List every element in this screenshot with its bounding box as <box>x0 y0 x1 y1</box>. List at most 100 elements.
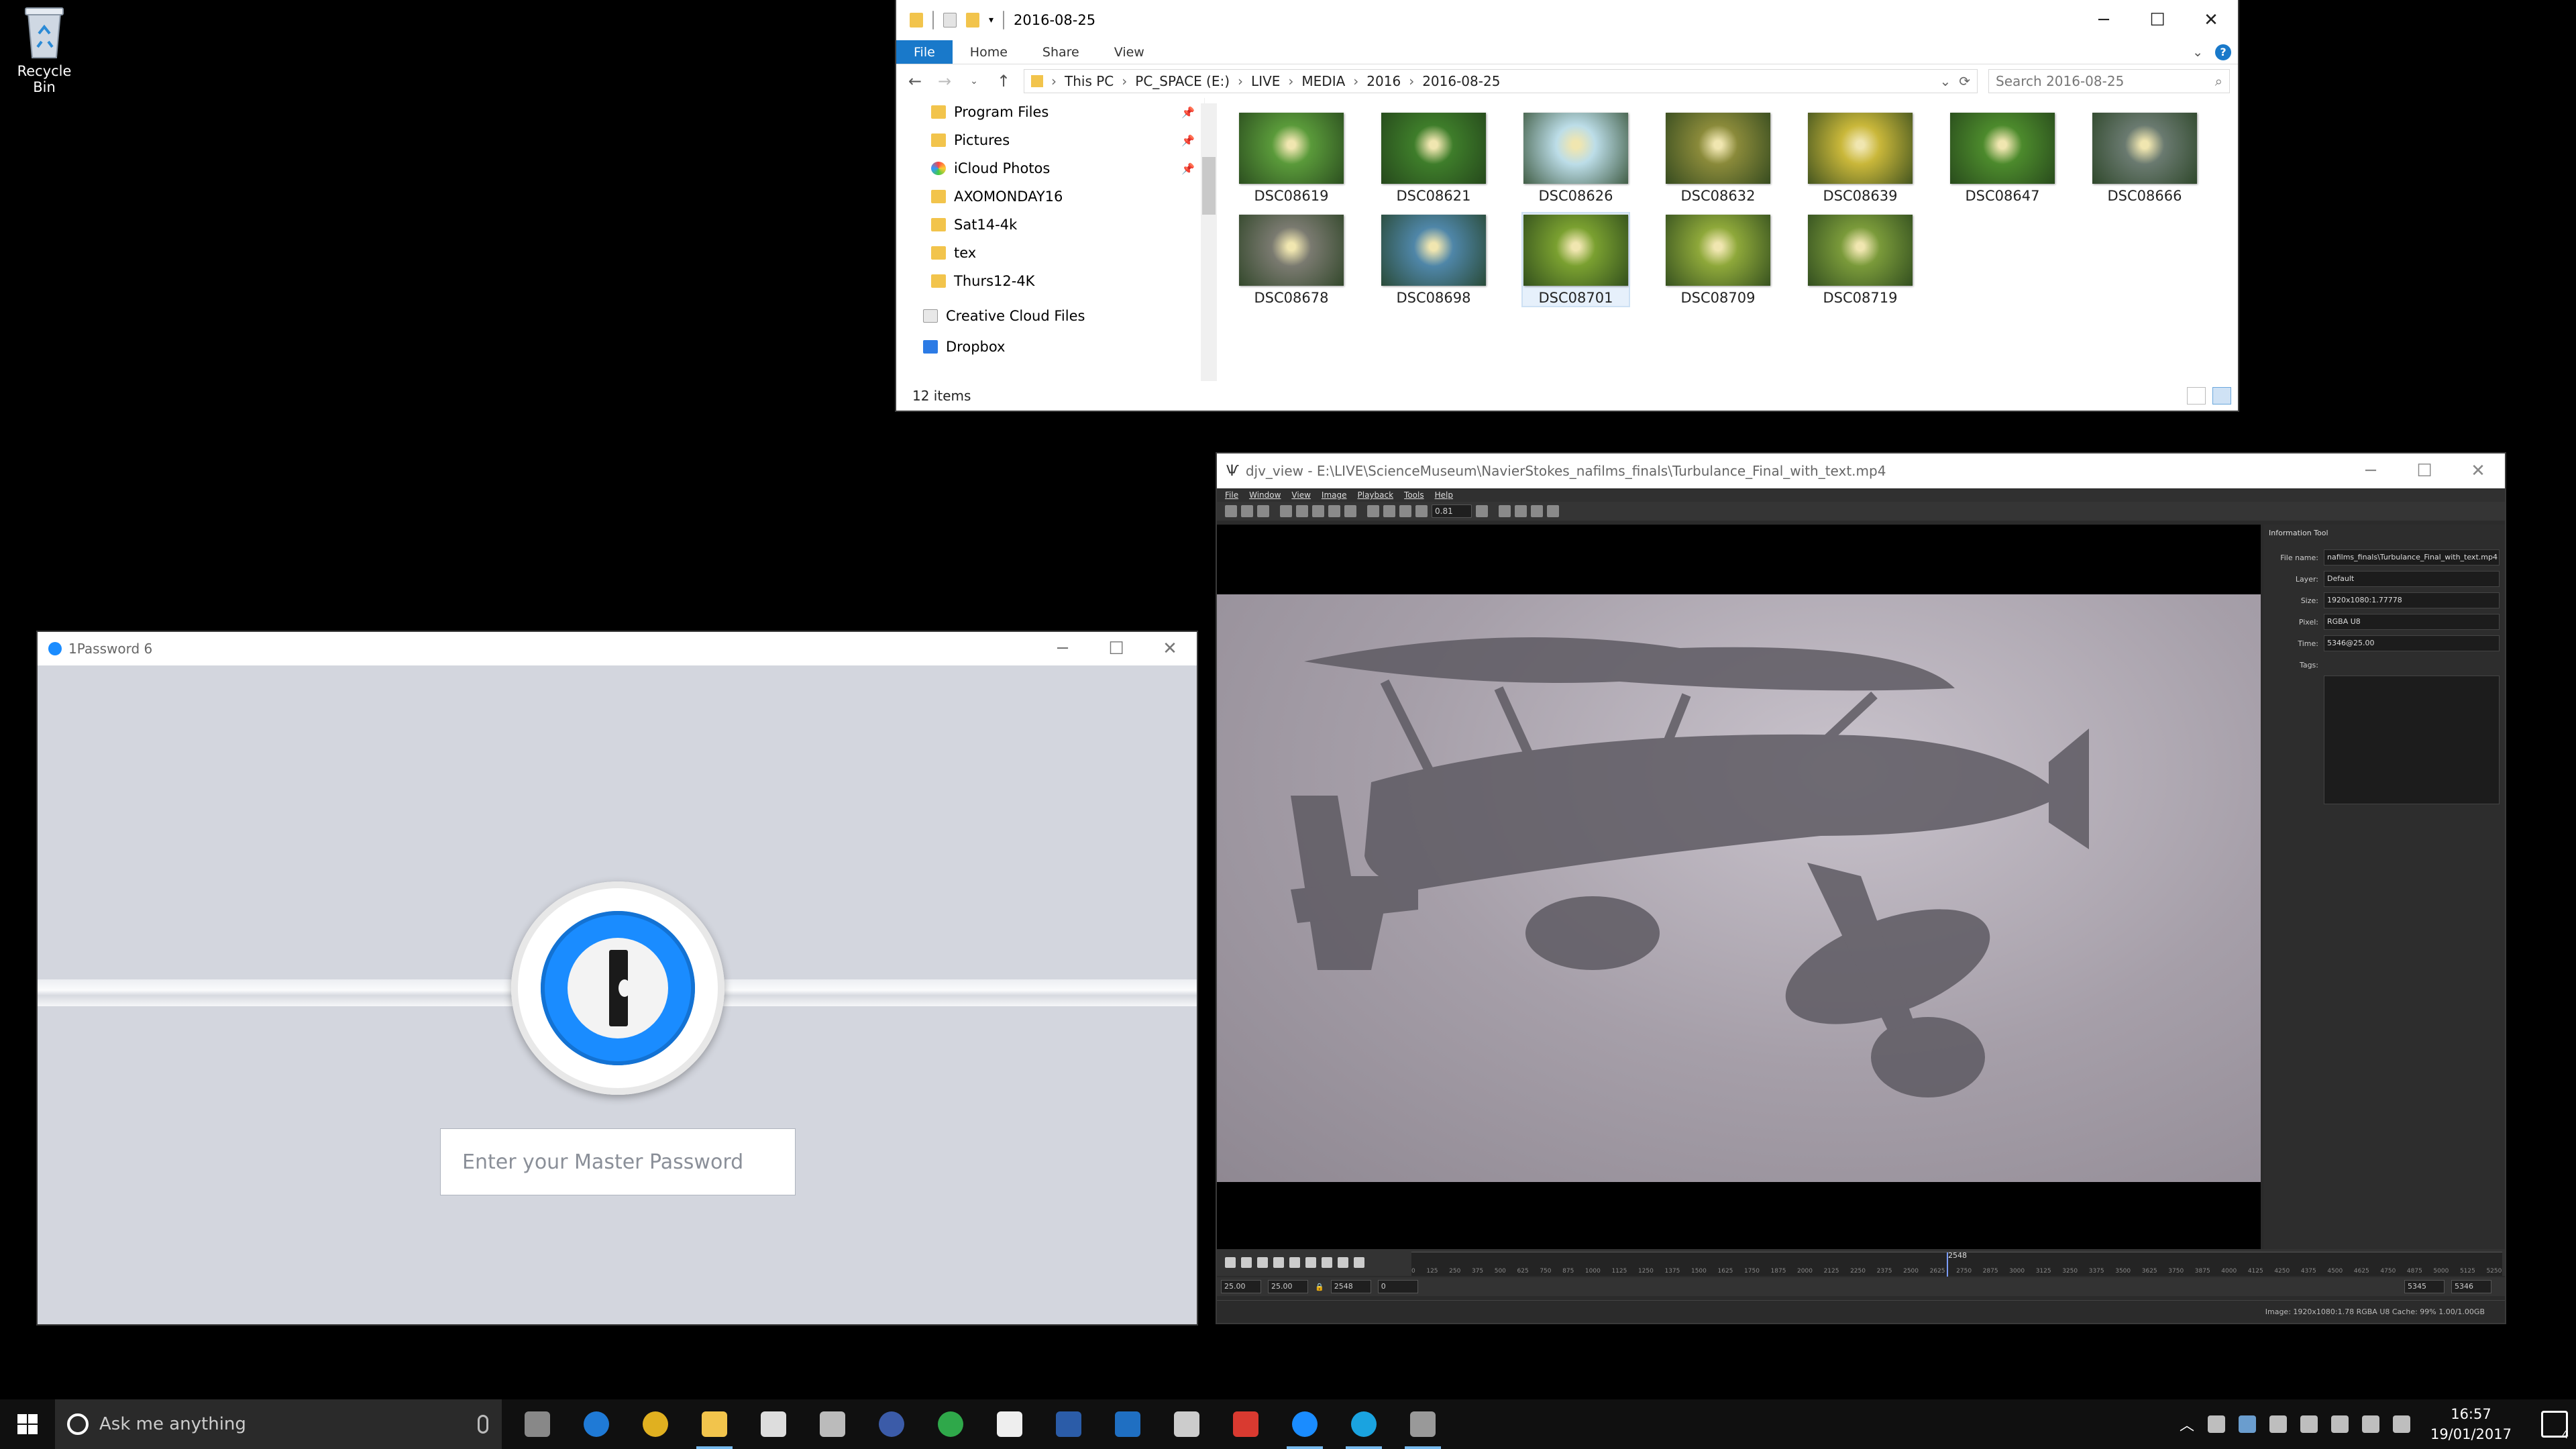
taskbar-app[interactable] <box>636 1399 675 1449</box>
breadcrumb-2016-08-25[interactable]: 2016-08-25 <box>1422 73 1500 89</box>
nav-item-program-files[interactable]: Program Files 📌 <box>896 98 1204 126</box>
tags-field[interactable] <box>2324 676 2500 804</box>
taskbar-app[interactable] <box>1167 1399 1206 1449</box>
properties-icon[interactable] <box>943 13 957 28</box>
tray-app-icon[interactable] <box>2238 1415 2256 1433</box>
details-view-icon[interactable] <box>2187 387 2206 405</box>
loop-icon[interactable] <box>1273 1257 1284 1268</box>
recent-locations-icon[interactable]: ⌄ <box>965 76 983 87</box>
wifi-icon[interactable] <box>2361 1415 2379 1433</box>
maximize-button[interactable]: ☐ <box>2131 0 2184 40</box>
color-picker-icon[interactable] <box>1515 505 1527 517</box>
taskbar-app[interactable] <box>1226 1399 1265 1449</box>
image-viewer[interactable] <box>1217 525 2261 1249</box>
nav-item-thurs12-4k[interactable]: Thurs12-4K <box>896 267 1204 295</box>
file-item[interactable]: DSC08666 <box>2092 111 2198 204</box>
last-frame-icon[interactable] <box>1338 1257 1348 1268</box>
up-icon[interactable]: ↑ <box>994 72 1013 91</box>
file-item[interactable]: DSC08719 <box>1807 213 1913 306</box>
tab-share[interactable]: Share <box>1025 40 1097 64</box>
clock[interactable]: 16:57 19/01/2017 <box>2430 1404 2512 1444</box>
scrollbar-thumb[interactable] <box>1202 157 1216 215</box>
taskbar-app[interactable] <box>872 1399 911 1449</box>
taskbar-app[interactable] <box>1049 1399 1088 1449</box>
nav-item-axomonday16[interactable]: AXOMONDAY16 <box>896 182 1204 211</box>
pin-icon[interactable] <box>1476 505 1488 517</box>
onepassword-titlebar[interactable]: 1Password 6 ─ ☐ ✕ <box>38 632 1197 665</box>
file-item[interactable]: DSC08626 <box>1523 111 1629 204</box>
file-open-icon[interactable] <box>1225 505 1237 517</box>
recycle-bin[interactable]: Recycle Bin <box>4 4 85 95</box>
taskbar-app[interactable] <box>931 1399 970 1449</box>
window-fit-icon[interactable] <box>1344 505 1356 517</box>
minimize-button[interactable]: ─ <box>2077 0 2131 40</box>
settings-icon[interactable] <box>1354 1257 1364 1268</box>
frame-field[interactable]: 2548 <box>1330 1280 1371 1293</box>
large-icons-view-icon[interactable] <box>2212 387 2231 405</box>
tray-app-icon[interactable] <box>2207 1415 2225 1433</box>
taskbar-app[interactable] <box>518 1399 557 1449</box>
microphone-icon[interactable] <box>478 1415 488 1434</box>
frame-timeline-slider[interactable]: 2548 0 125 250 375 500 625 750 875 1000 1125 1250 1… <box>1411 1251 2502 1277</box>
fullscreen-icon[interactable] <box>1328 505 1340 517</box>
info-icon[interactable] <box>1547 505 1559 517</box>
battery-icon[interactable] <box>2330 1415 2349 1433</box>
minimize-button[interactable]: ─ <box>2344 453 2398 488</box>
file-item[interactable]: DSC08678 <box>1238 213 1344 306</box>
info-value[interactable]: Default <box>2324 571 2500 587</box>
menu-window[interactable]: Window <box>1249 490 1281 500</box>
taskbar-app[interactable] <box>1285 1399 1324 1449</box>
lock-icon[interactable]: 🔒 <box>1315 1283 1324 1291</box>
file-item[interactable]: DSC08709 <box>1665 213 1771 306</box>
in-point-field[interactable]: 0 <box>1377 1280 1418 1293</box>
close-button[interactable]: ✕ <box>1143 632 1197 665</box>
taskbar-app[interactable] <box>1344 1399 1383 1449</box>
menu-view[interactable]: View <box>1291 490 1310 500</box>
tab-view[interactable]: View <box>1097 40 1162 64</box>
djv-titlebar[interactable]: Ѱ djv_view - E:\LIVE\ScienceMuseum\Navie… <box>1217 453 2505 488</box>
menu-file[interactable]: File <box>1225 490 1238 500</box>
taskbar-app[interactable] <box>577 1399 616 1449</box>
new-folder-icon[interactable] <box>966 13 979 28</box>
breadcrumb-live[interactable]: LIVE <box>1251 73 1280 89</box>
menu-tools[interactable]: Tools <box>1404 490 1424 500</box>
master-password-field[interactable]: Enter your Master Password <box>440 1128 796 1195</box>
maximize-button[interactable]: ☐ <box>2398 453 2451 488</box>
breadcrumb-drive[interactable]: PC_SPACE (E:) <box>1135 73 1230 89</box>
show-hidden-icons-icon[interactable]: ︿ <box>2180 1413 2194 1435</box>
info-value[interactable]: 5346@25.00 <box>2324 635 2500 651</box>
next-frame-icon[interactable] <box>1322 1257 1332 1268</box>
back-icon[interactable]: ← <box>906 72 924 91</box>
nav-item-dropbox[interactable]: Dropbox <box>896 333 1204 361</box>
refresh-icon[interactable]: ⟳ <box>1959 73 1970 89</box>
play-reverse-icon[interactable] <box>1225 1257 1236 1268</box>
breadcrumb-2016[interactable]: 2016 <box>1366 73 1401 89</box>
maximize-button[interactable]: ☐ <box>1089 632 1143 665</box>
histogram-icon[interactable] <box>1531 505 1543 517</box>
tab-file[interactable]: File <box>896 40 953 64</box>
taskbar-app[interactable] <box>754 1399 793 1449</box>
file-item[interactable]: DSC08698 <box>1381 213 1487 306</box>
file-item[interactable]: DSC08619 <box>1238 111 1344 204</box>
fit-window-icon[interactable] <box>1312 505 1324 517</box>
minimize-button[interactable]: ─ <box>1036 632 1089 665</box>
menu-image[interactable]: Image <box>1322 490 1347 500</box>
cortana-search-box[interactable]: Ask me anything <box>55 1399 502 1449</box>
taskbar-app[interactable] <box>813 1399 852 1449</box>
prev-frame-icon[interactable] <box>1305 1257 1316 1268</box>
zoom-out-icon[interactable] <box>1383 505 1395 517</box>
zoom-reset-icon[interactable] <box>1399 505 1411 517</box>
zoom-fit-icon[interactable] <box>1415 505 1428 517</box>
menu-playback[interactable]: Playback <box>1358 490 1394 500</box>
taskbar-app[interactable] <box>990 1399 1029 1449</box>
file-item[interactable]: DSC08639 <box>1807 111 1913 204</box>
speed-field[interactable]: 25.00 <box>1221 1280 1261 1293</box>
duration-field[interactable]: 5346 <box>2451 1280 2491 1293</box>
first-frame-icon[interactable] <box>1289 1257 1300 1268</box>
file-item[interactable]: DSC08647 <box>1949 111 2055 204</box>
info-value[interactable]: 1920x1080:1.77778 <box>2324 592 2500 608</box>
window-new-icon[interactable] <box>1280 505 1292 517</box>
menu-help[interactable]: Help <box>1435 490 1453 500</box>
breadcrumb-media[interactable]: MEDIA <box>1301 73 1345 89</box>
file-reload-icon[interactable] <box>1241 505 1253 517</box>
